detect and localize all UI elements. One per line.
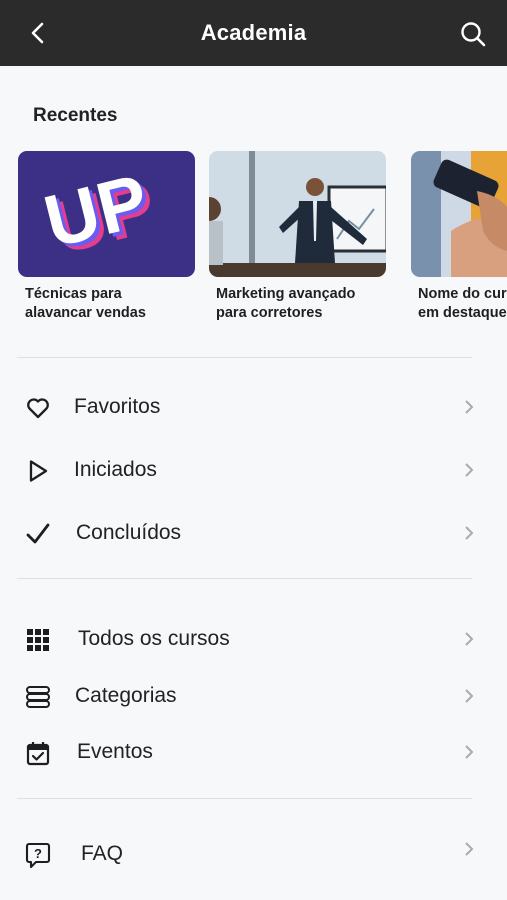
course-title: Nome do curso em destaque bbox=[418, 286, 507, 321]
menu-item-iniciados[interactable]: Iniciados bbox=[0, 445, 507, 495]
menu-item-label: Todos os cursos bbox=[78, 627, 230, 650]
chevron-right-icon bbox=[465, 400, 474, 414]
menu-item-label: Concluídos bbox=[76, 521, 182, 544]
stack-icon bbox=[26, 686, 50, 708]
recent-course-card[interactable]: UP UP UP Técnicas para alavancar vendas bbox=[18, 151, 195, 323]
grid-icon bbox=[27, 629, 49, 651]
phone-photo bbox=[411, 151, 507, 277]
menu-item-faq[interactable]: ? FAQ bbox=[0, 829, 507, 879]
checkmark-icon bbox=[26, 523, 50, 544]
calendar-check-icon bbox=[26, 742, 50, 766]
heart-icon bbox=[27, 398, 49, 419]
menu-item-favoritos[interactable]: Favoritos bbox=[0, 382, 507, 432]
page-title: Academia bbox=[200, 20, 307, 45]
course-title: Técnicas para alavancar vendas bbox=[25, 286, 146, 321]
chevron-right-icon bbox=[465, 842, 474, 856]
chevron-right-icon bbox=[465, 526, 474, 540]
presentation-photo bbox=[209, 151, 386, 277]
menu-item-label: Favoritos bbox=[74, 395, 161, 418]
course-thumbnail bbox=[209, 151, 386, 277]
menu-item-label: Eventos bbox=[77, 740, 153, 763]
menu-item-todos-os-cursos[interactable]: Todos os cursos bbox=[0, 614, 507, 664]
divider bbox=[17, 357, 472, 358]
search-icon[interactable] bbox=[459, 20, 487, 48]
svg-text:?: ? bbox=[34, 846, 42, 861]
recent-course-card[interactable]: Marketing avançado para corretores bbox=[209, 151, 386, 323]
menu-item-categorias[interactable]: Categorias bbox=[0, 671, 507, 721]
up-logo-image: UP UP UP bbox=[36, 158, 164, 270]
chevron-right-icon bbox=[465, 463, 474, 477]
divider bbox=[17, 798, 472, 799]
menu-item-label: Iniciados bbox=[74, 458, 157, 481]
recent-section-title: Recentes bbox=[33, 105, 118, 126]
recent-course-card[interactable]: Nome do curso em destaque bbox=[411, 151, 507, 323]
play-icon bbox=[29, 460, 48, 482]
menu-item-label: Categorias bbox=[75, 684, 177, 707]
course-thumbnail bbox=[411, 151, 507, 277]
menu-item-label: FAQ bbox=[81, 842, 124, 865]
course-thumbnail: UP UP UP bbox=[18, 151, 195, 277]
chevron-right-icon bbox=[465, 632, 474, 646]
divider bbox=[17, 578, 472, 579]
menu-item-eventos[interactable]: Eventos bbox=[0, 727, 507, 777]
menu-item-concluidos[interactable]: Concluídos bbox=[0, 508, 507, 558]
app-header: Academia bbox=[0, 0, 507, 66]
chevron-right-icon bbox=[465, 745, 474, 759]
chevron-right-icon bbox=[465, 689, 474, 703]
course-title: Marketing avançado para corretores bbox=[216, 286, 356, 321]
question-bubble-icon: ? bbox=[25, 842, 51, 869]
